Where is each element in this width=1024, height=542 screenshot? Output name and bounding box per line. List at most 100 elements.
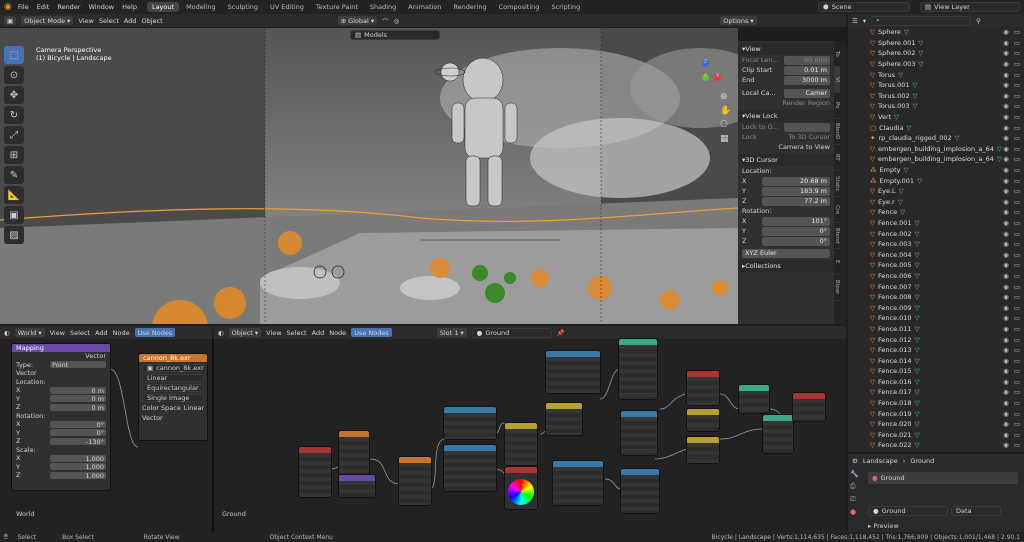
render-camera-icon[interactable]: ▭ — [1014, 39, 1020, 47]
render-camera-icon[interactable]: ▭ — [1014, 49, 1020, 57]
camera-tool-icon[interactable]: ▨ — [4, 226, 24, 244]
view-layer-selector[interactable]: ▤ View Layer — [920, 2, 1020, 12]
cursor-loc-x-field[interactable]: 20.68 m — [762, 176, 830, 186]
camera-to-view-checkbox[interactable]: Camera to View — [778, 143, 830, 151]
measure-tool-icon[interactable]: 📐 — [4, 186, 24, 204]
visibility-eye-icon[interactable]: ◉ — [1003, 81, 1009, 89]
outliner-row[interactable]: ▽ Fence.020 ▽ ◉ ▭ — [848, 419, 1024, 430]
color-wheel-icon[interactable] — [508, 479, 534, 505]
shader-editor-icon[interactable]: ◐ — [218, 329, 224, 337]
visibility-eye-icon[interactable]: ◉ — [1003, 113, 1009, 121]
tab-shading[interactable]: Shading — [365, 2, 401, 12]
color-wheel-node[interactable] — [504, 466, 538, 510]
proportional-icon[interactable]: ◎ — [394, 17, 400, 25]
render-props-icon[interactable]: ⎙ — [850, 482, 859, 491]
cursor-rot-z-field[interactable]: 0° — [762, 236, 830, 246]
pan-hand-icon[interactable]: ✋ — [720, 106, 731, 116]
visibility-eye-icon[interactable]: ◉ — [1003, 145, 1009, 153]
move-tool-icon[interactable]: ✥ — [4, 86, 24, 104]
render-camera-icon[interactable]: ▭ — [1014, 378, 1020, 386]
outliner-filter-icon[interactable]: ⚲ — [976, 17, 981, 25]
sidebar-tab-static[interactable]: Static — [834, 171, 840, 197]
visibility-eye-icon[interactable]: ◉ — [1003, 177, 1009, 185]
properties-editor-icon[interactable]: ⚙ — [852, 457, 858, 465]
cursor-loc-z-field[interactable]: 77.2 m — [762, 196, 830, 206]
sidebar-tab-blpar[interactable]: Blpar — [834, 275, 840, 301]
local-camera-field[interactable]: Camer — [784, 88, 830, 98]
tab-compositing[interactable]: Compositing — [494, 2, 545, 12]
tab-layout[interactable]: Layout — [146, 2, 180, 12]
shader-menu-node[interactable]: Node — [329, 329, 346, 337]
mapping-node[interactable]: Mapping Vector Type: Point Vector Locatio… — [11, 343, 111, 491]
lock-object-field[interactable] — [784, 122, 830, 132]
visibility-eye-icon[interactable]: ◉ — [1003, 71, 1009, 79]
slot-select[interactable]: Slot 1 ▾ — [436, 328, 467, 337]
output-props-icon[interactable]: ⎚ — [850, 495, 859, 504]
visibility-eye-icon[interactable]: ◉ — [1003, 102, 1009, 110]
outliner-editor-icon[interactable]: ☰ — [852, 17, 858, 25]
tab-scripting[interactable]: Scripting — [546, 2, 585, 12]
clip-start-field[interactable]: 0.01 m — [784, 65, 830, 75]
sidebar-tab-e[interactable]: E — [834, 249, 840, 275]
shader-node[interactable] — [552, 460, 604, 506]
render-camera-icon[interactable]: ▭ — [1014, 102, 1020, 110]
navigation-gizmo[interactable]: Z X Y — [688, 60, 722, 94]
outliner-row[interactable]: ▽ Sphere.002 ▽ ◉ ▭ — [848, 48, 1024, 59]
render-camera-icon[interactable]: ▭ — [1014, 314, 1020, 322]
outliner-row[interactable]: ▽ Fence.016 ▽ ◉ ▭ — [848, 377, 1024, 388]
gizmo-y[interactable]: Y — [702, 74, 709, 81]
material-output-node[interactable] — [792, 392, 826, 422]
mapping-rot-x[interactable]: 0° — [50, 420, 106, 429]
view-section-header[interactable]: ▾ View — [738, 43, 834, 55]
outliner-row[interactable]: ▽ embergen_building_implosion_a_64 ▽ ◉ ▭ — [848, 144, 1024, 155]
cursor-loc-y-field[interactable]: 183.9 m — [762, 186, 830, 196]
render-camera-icon[interactable]: ▭ — [1014, 293, 1020, 301]
outliner-row[interactable]: ✦ rp_claudia_rigged_002 ▽ ◉ ▭ — [848, 133, 1024, 144]
gizmo-x[interactable]: X — [714, 74, 721, 81]
world-editor-icon[interactable]: ◐ — [4, 329, 10, 337]
shader-node[interactable] — [620, 468, 660, 514]
outliner-row[interactable]: ▽ Fence.001 ▽ ◉ ▭ — [848, 218, 1024, 229]
render-camera-icon[interactable]: ▭ — [1014, 198, 1020, 206]
shader-node[interactable] — [618, 338, 658, 400]
visibility-eye-icon[interactable]: ◉ — [1003, 336, 1009, 344]
visibility-eye-icon[interactable]: ◉ — [1003, 314, 1009, 322]
outliner-row[interactable]: ▽ Fence.019 ▽ ◉ ▭ — [848, 408, 1024, 419]
render-camera-icon[interactable]: ▭ — [1014, 60, 1020, 68]
tab-rendering[interactable]: Rendering — [448, 2, 491, 12]
render-camera-icon[interactable]: ▭ — [1014, 431, 1020, 439]
shader-type-select[interactable]: Object ▾ — [228, 328, 262, 337]
sidebar-tab-rt[interactable]: RT — [834, 145, 840, 171]
link-data-select[interactable]: Data — [951, 506, 1001, 516]
snap-icon[interactable]: ⌒ — [382, 16, 389, 26]
visibility-eye-icon[interactable]: ◉ — [1003, 388, 1009, 396]
visibility-eye-icon[interactable]: ◉ — [1003, 441, 1009, 449]
pin-icon[interactable]: 📌 — [557, 329, 565, 337]
render-camera-icon[interactable]: ▭ — [1014, 219, 1020, 227]
rotation-mode-select[interactable]: XYZ Euler — [742, 248, 830, 258]
outliner-row[interactable]: ▽ Torus.003 ▽ ◉ ▭ — [848, 101, 1024, 112]
options-button[interactable]: Options ▾ — [720, 16, 757, 25]
render-camera-icon[interactable]: ▭ — [1014, 113, 1020, 121]
env-colorspace-value[interactable]: Linear — [184, 404, 204, 412]
render-camera-icon[interactable]: ▭ — [1014, 420, 1020, 428]
visibility-eye-icon[interactable]: ◉ — [1003, 166, 1009, 174]
to-3d-cursor-checkbox[interactable]: To 3D Cursor — [789, 133, 830, 141]
cursor-rot-x-field[interactable]: 101° — [762, 216, 830, 226]
tab-modeling[interactable]: Modeling — [181, 2, 221, 12]
render-camera-icon[interactable]: ▭ — [1014, 357, 1020, 365]
render-camera-icon[interactable]: ▭ — [1014, 134, 1020, 142]
shader-node[interactable] — [338, 474, 376, 498]
render-camera-icon[interactable]: ▭ — [1014, 71, 1020, 79]
mapping-rot-y[interactable]: 0° — [50, 429, 106, 437]
visibility-eye-icon[interactable]: ◉ — [1003, 261, 1009, 269]
mode-select[interactable]: Object Mode ▾ — [21, 16, 74, 25]
outliner-row[interactable]: ▢ Claudia ▽ ◉ ▭ — [848, 122, 1024, 133]
shader-material-field[interactable]: ● Ground — [471, 327, 552, 338]
mapping-loc-z[interactable]: 0 m — [50, 403, 106, 412]
render-camera-icon[interactable]: ▭ — [1014, 325, 1020, 333]
transform-tool-icon[interactable]: ⊞ — [4, 146, 24, 164]
visibility-eye-icon[interactable]: ◉ — [1003, 283, 1009, 291]
scene-selector[interactable]: ⬢ Scene — [818, 2, 910, 12]
render-camera-icon[interactable]: ▭ — [1014, 251, 1020, 259]
